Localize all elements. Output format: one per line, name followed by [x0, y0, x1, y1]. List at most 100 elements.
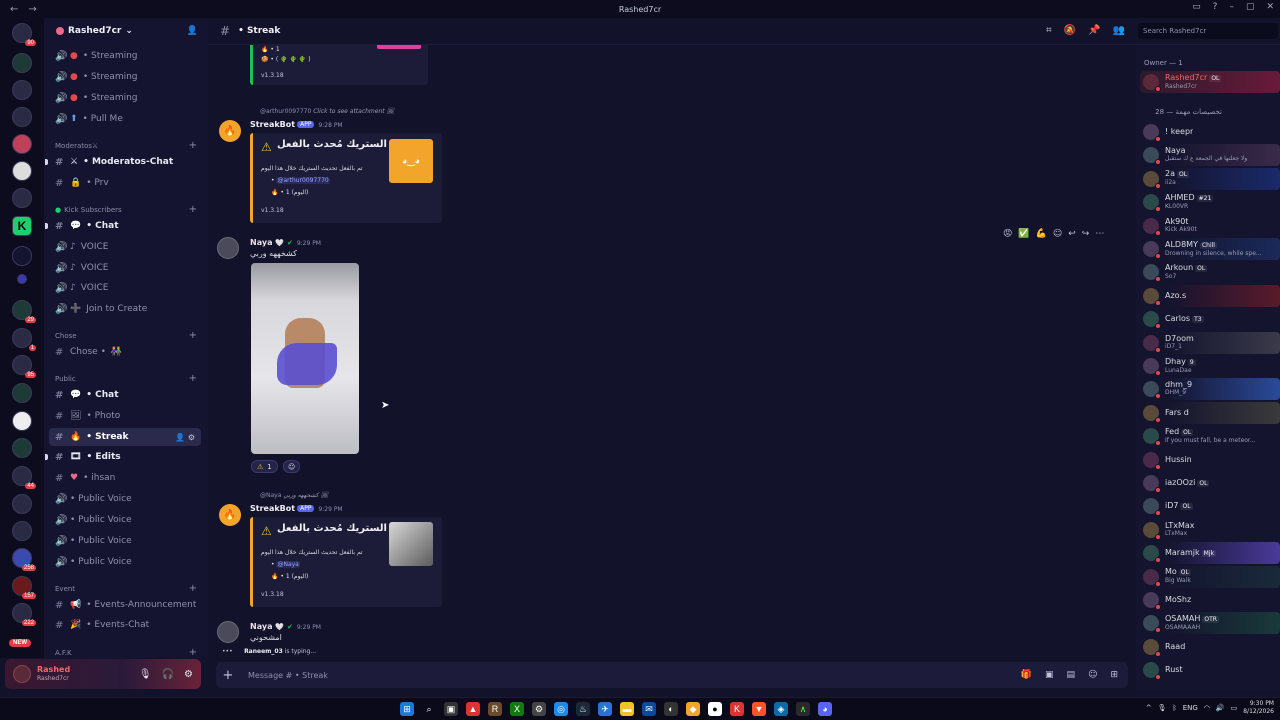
avatar[interactable]: [217, 621, 239, 643]
member-item[interactable]: AHMED #21 KL00VR: [1140, 191, 1280, 213]
channel-streaming[interactable]: 🔊 ● • Streaming: [49, 68, 201, 86]
category-public[interactable]: Public +: [55, 373, 197, 384]
channel-prv[interactable]: # 🔒 • Prv: [49, 174, 201, 192]
member-item[interactable]: 2a OL ii2a: [1140, 167, 1280, 190]
maximize-button[interactable]: ▢: [1246, 2, 1255, 12]
member-item[interactable]: Arkoun OL So7: [1140, 261, 1280, 283]
microphone-icon[interactable]: 🎙: [1158, 704, 1167, 712]
channel-photo[interactable]: # 🖼 • Photo: [49, 407, 201, 425]
channel-public-voice[interactable]: 🔊 • Public Voice: [49, 532, 201, 550]
minimize-button[interactable]: –: [1229, 2, 1234, 12]
check-emoji-icon[interactable]: ✅: [1018, 229, 1029, 239]
avatar[interactable]: [217, 237, 239, 259]
reaction-emoji-icon[interactable]: 😡: [1003, 229, 1012, 239]
gear-icon[interactable]: ⚙: [184, 669, 193, 680]
emoji-icon[interactable]: ☺: [1088, 670, 1097, 680]
add-reaction-button[interactable]: ☺: [283, 460, 301, 473]
member-item[interactable]: Rust: [1140, 659, 1280, 681]
author-name[interactable]: StreakBot: [250, 120, 295, 129]
member-item[interactable]: Rashed7cr OL Rashed7cr: [1140, 71, 1280, 93]
member-item[interactable]: LTxMax LTxMax: [1140, 519, 1280, 541]
channel-public-chat[interactable]: # 💬 • Chat: [49, 386, 201, 404]
app-icon[interactable]: ∧: [796, 702, 810, 716]
app-icon[interactable]: ⚙: [532, 702, 546, 716]
channel-streak[interactable]: # 🔥 • Streak 👤 ⚙: [49, 428, 201, 446]
invite-icon[interactable]: 👤: [175, 433, 185, 442]
members-icon[interactable]: 👥: [1113, 25, 1125, 36]
member-item[interactable]: Mo OL Big Walk: [1140, 565, 1280, 588]
channel-streaming[interactable]: 🔊 ● • Streaming: [49, 89, 201, 107]
member-item[interactable]: Azo.s: [1140, 284, 1280, 307]
apps-icon[interactable]: ⊞: [1110, 670, 1118, 680]
server-icon[interactable]: [12, 383, 32, 403]
member-item[interactable]: iD7 OL: [1140, 495, 1280, 517]
member-item[interactable]: Naya ولا جعلتها في الجمعة ع ك ستقبل: [1140, 144, 1280, 167]
channel-join-to-create[interactable]: 🔊 ➕ Join to Create: [49, 300, 201, 318]
member-item[interactable]: iazOOzi OL: [1140, 472, 1280, 494]
forward-icon[interactable]: ↪: [1082, 229, 1090, 239]
add-channel-icon[interactable]: +: [189, 373, 197, 384]
user-mention[interactable]: @Naya: [276, 561, 300, 568]
category-afk[interactable]: A.F.K +: [55, 647, 197, 658]
channel-voice[interactable]: 🔊 ♪ VOICE: [49, 238, 201, 256]
server-icon[interactable]: 258: [12, 548, 36, 571]
server-icon[interactable]: 1: [12, 328, 36, 351]
reaction-pill[interactable]: ⚠ 1: [251, 460, 278, 473]
server-icon[interactable]: [12, 188, 32, 208]
add-user-icon[interactable]: 👤: [187, 26, 198, 36]
microphone-icon[interactable]: 🎙: [139, 669, 152, 680]
channel-ihsan[interactable]: # ♥ • ihsan: [49, 469, 201, 487]
member-item[interactable]: MoShz: [1140, 589, 1280, 611]
member-item[interactable]: D7oom iD7_1: [1140, 331, 1280, 354]
avatar[interactable]: 🔥: [219, 120, 241, 142]
discord-icon[interactable]: ◕: [818, 702, 832, 716]
channel-kick-chat[interactable]: # 💬 • Chat: [45, 217, 201, 235]
pin-icon[interactable]: 📌: [1088, 25, 1100, 36]
flex-emoji-icon[interactable]: 💪: [1036, 229, 1047, 239]
forward-arrow-icon[interactable]: →: [28, 4, 36, 15]
category-chose[interactable]: Chose +: [55, 330, 197, 341]
volume-icon[interactable]: 🔊: [1216, 704, 1225, 712]
inbox-icon[interactable]: ▭: [1192, 2, 1201, 12]
brave-icon[interactable]: ▼: [752, 702, 766, 716]
sticker-icon[interactable]: ▤: [1067, 670, 1076, 680]
category-moderatos[interactable]: Moderatos ⚔ +: [55, 140, 197, 151]
server-icon[interactable]: 222: [12, 603, 36, 626]
back-arrow-icon[interactable]: ←: [10, 4, 18, 15]
server-icon[interactable]: 95: [12, 355, 36, 378]
server-icon[interactable]: [12, 494, 32, 514]
gift-icon[interactable]: 🎁: [1021, 670, 1032, 680]
search-icon[interactable]: ⌕: [422, 702, 436, 716]
photo-attachment[interactable]: [251, 263, 359, 454]
add-channel-icon[interactable]: +: [189, 583, 197, 594]
gif-icon[interactable]: ▣: [1045, 670, 1054, 680]
help-icon[interactable]: ?: [1213, 2, 1218, 12]
search-input[interactable]: Search Rashed7cr: [1138, 23, 1278, 39]
server-icon[interactable]: 157: [12, 576, 36, 599]
app-icon[interactable]: ●: [708, 702, 722, 716]
kick-server-icon[interactable]: K: [12, 216, 32, 236]
add-channel-icon[interactable]: +: [189, 204, 197, 215]
channel-public-voice[interactable]: 🔊 • Public Voice: [49, 553, 201, 571]
avatar[interactable]: [13, 665, 31, 683]
category-event[interactable]: Event +: [55, 583, 197, 594]
app-icon[interactable]: ✉: [642, 702, 656, 716]
app-icon[interactable]: ◐: [664, 702, 678, 716]
windows-start-icon[interactable]: ⊞: [400, 702, 414, 716]
channel-voice[interactable]: 🔊 ♪ VOICE: [49, 259, 201, 277]
member-item[interactable]: ! keepr: [1140, 121, 1280, 143]
server-icon[interactable]: [12, 411, 32, 431]
channel-events-announcement[interactable]: # 📢 • Events-Announcement: [49, 596, 201, 614]
member-item[interactable]: Fars d: [1140, 401, 1280, 424]
task-view-icon[interactable]: ▣: [444, 702, 458, 716]
channel-public-voice[interactable]: 🔊 • Public Voice: [49, 490, 201, 508]
chrome-icon[interactable]: ◎: [554, 702, 568, 716]
server-icon[interactable]: [12, 161, 32, 181]
folder-icon[interactable]: [17, 274, 27, 284]
battery-icon[interactable]: ▭: [1231, 704, 1238, 712]
server-icon[interactable]: [12, 438, 32, 458]
add-channel-icon[interactable]: +: [189, 140, 197, 151]
author-name[interactable]: StreakBot: [250, 504, 295, 513]
bluetooth-icon[interactable]: ᛒ: [1172, 704, 1176, 712]
headphones-icon[interactable]: 🎧: [162, 669, 174, 680]
